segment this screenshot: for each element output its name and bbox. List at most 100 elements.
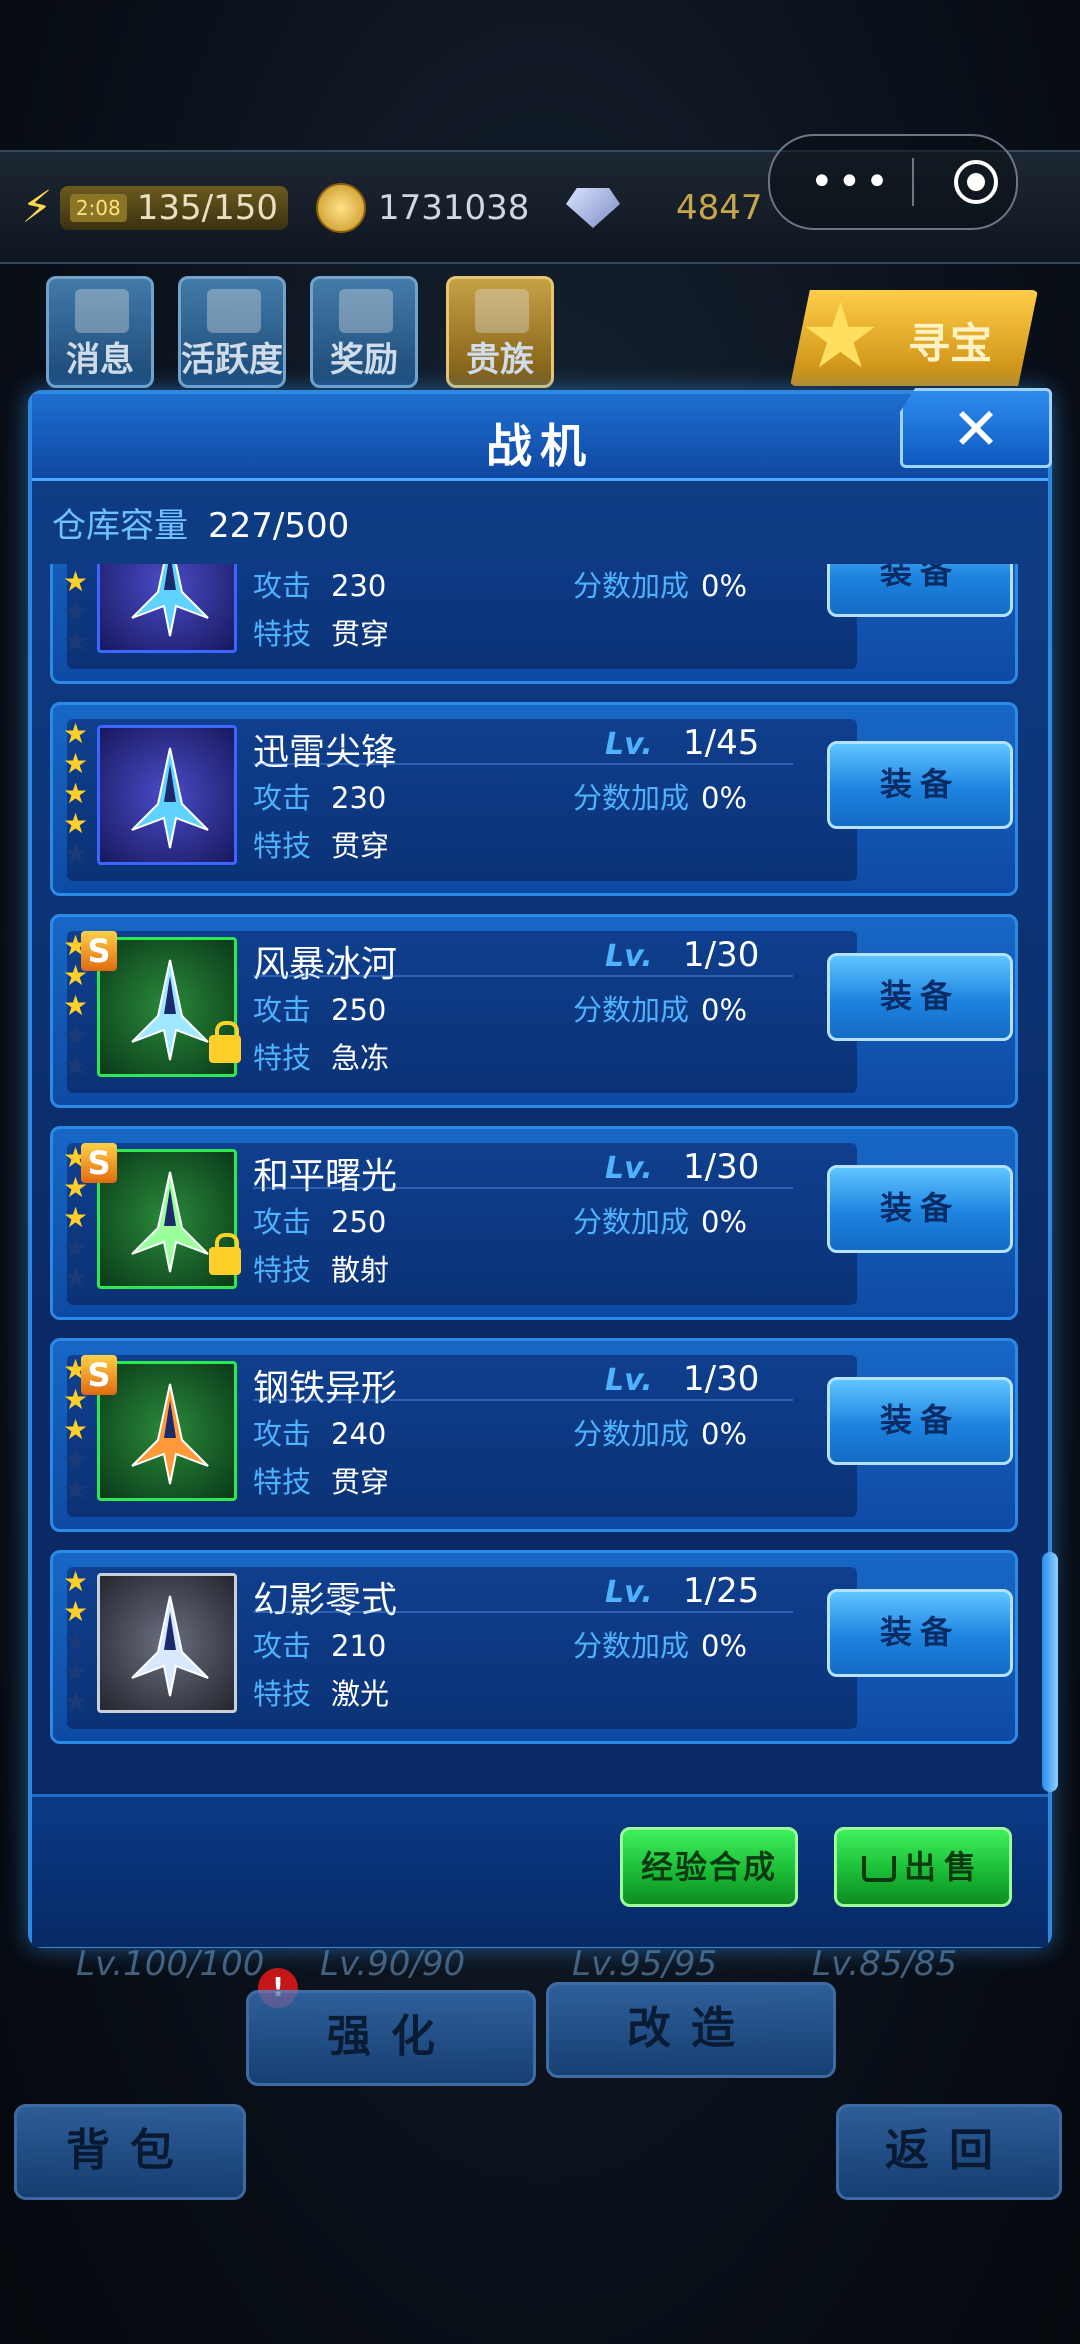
cart-icon <box>861 1856 896 1882</box>
fighter-jet-icon <box>131 959 209 1061</box>
more-icon[interactable]: ••• <box>810 162 906 202</box>
star-rating: ★★★★★ <box>63 1567 93 1717</box>
fighter-jet-icon <box>131 747 209 849</box>
star-icon: ★ <box>63 1655 89 1688</box>
skill-label: 特技 <box>253 829 312 863</box>
exit-target-icon[interactable] <box>954 160 998 204</box>
gold-value: 1731038 <box>378 188 530 228</box>
name-underline <box>253 763 793 765</box>
attack-label: 攻击 <box>253 569 312 603</box>
fighter-thumbnail[interactable] <box>97 1573 237 1713</box>
enhance-button[interactable]: 强化 <box>246 1990 536 2086</box>
fighter-card[interactable]: ★ ★ ★ ★ ★ S 风暴冰河 Lv. 1/30 攻击 250 分数加成 0% 特技 急冻 装备 <box>50 914 1018 1108</box>
fighter-name: 风暴冰河 <box>253 944 398 985</box>
sell-button[interactable]: 出售 <box>834 1827 1012 1907</box>
fighter-card[interactable]: ★ ★ ★ ★ ★ 幻影零式 Lv. 1/25 攻击 210 分数加成 0% 特技 激光 装备 <box>50 1550 1018 1744</box>
mail-icon <box>75 289 129 333</box>
bg-level: Lv.95/95 <box>572 1944 718 1984</box>
attack-value: 250 <box>331 1205 387 1239</box>
fighter-name: 和平曙光 <box>253 1156 398 1197</box>
tab-activity[interactable]: 活跃度 <box>178 276 286 388</box>
lightning-icon: ⚡ <box>21 182 53 233</box>
skill-label: 特技 <box>253 617 312 651</box>
bonus-label: 分数加成 <box>573 993 690 1027</box>
fighter-thumbnail[interactable] <box>97 725 237 865</box>
level-prefix: Lv. <box>605 939 653 974</box>
fighter-card[interactable]: ★★★★★迅雷尖锋Lv.1/45攻击230分数加成0%特技贯穿装备 <box>50 564 1018 684</box>
fighter-list[interactable]: ★★★★★迅雷尖锋Lv.1/45攻击230分数加成0%特技贯穿装备★★★★★迅雷… <box>46 564 1046 1786</box>
equip-button[interactable]: 装备 <box>827 741 1013 829</box>
star-rating: ★★★★★ <box>63 564 93 657</box>
bg-level: Lv.100/100 <box>76 1944 265 1984</box>
gem-value: 4847 <box>676 188 763 228</box>
tab-noble[interactable]: 贵族 <box>446 276 554 388</box>
equip-button[interactable]: 装备 <box>827 1165 1013 1253</box>
equip-button[interactable]: 装备 <box>827 564 1013 617</box>
coin-icon <box>316 183 366 233</box>
attack-row: 攻击 250 <box>253 1199 386 1241</box>
bonus-value: 0% <box>701 1205 748 1239</box>
tab-activity-label: 活跃度 <box>181 340 283 380</box>
fighter-thumbnail[interactable] <box>97 564 237 653</box>
star-icon: ★ <box>63 565 89 598</box>
fighter-card[interactable]: ★★★★★迅雷尖锋Lv.1/45攻击230分数加成0%特技贯穿装备 <box>50 702 1018 896</box>
background-levels: Lv.100/100 Lv.90/90 Lv.95/95 Lv.85/85 <box>0 1944 1080 1984</box>
fighter-dialog: 战机 ✕ 仓库容量227/500 ★★★★★迅雷尖锋Lv.1/45攻击230分数… <box>28 388 1058 1948</box>
star-icon: ★ <box>63 625 89 658</box>
dialog-title: 战机 <box>486 419 594 473</box>
backpack-button[interactable]: 背包 <box>14 2104 246 2200</box>
back-button[interactable]: 返回 <box>836 2104 1062 2200</box>
bonus-row: 分数加成 0% <box>573 564 747 605</box>
skill-label: 特技 <box>253 1465 312 1499</box>
equip-button[interactable]: 装备 <box>827 1377 1013 1465</box>
skill-row: 特技 贯穿 <box>253 823 389 865</box>
energy-value: 135/150 <box>136 188 278 228</box>
bonus-value: 0% <box>701 1417 748 1451</box>
exp-synthesis-button[interactable]: 经验合成 <box>620 1827 798 1907</box>
attack-row: 攻击 230 <box>253 564 386 605</box>
attack-value: 240 <box>331 1417 387 1451</box>
close-button[interactable]: ✕ <box>900 388 1052 468</box>
attack-label: 攻击 <box>253 781 312 815</box>
bonus-row: 分数加成 0% <box>573 1411 747 1453</box>
gold-display[interactable]: 1731038 <box>316 182 529 234</box>
skill-value: 激光 <box>331 1677 390 1711</box>
level-prefix: Lv. <box>605 1151 653 1186</box>
fighter-card[interactable]: ★ ★ ★ ★ ★ S 钢铁异形 Lv. 1/30 攻击 240 分数加成 0% 特技 贯穿 装备 <box>50 1338 1018 1532</box>
star-icon: ★ <box>63 1565 89 1598</box>
energy-display[interactable]: ⚡ 2:08 135/150 <box>18 182 288 234</box>
gem-display[interactable]: 4847 <box>566 182 763 234</box>
skill-row: 特技 贯穿 <box>253 611 389 653</box>
capsule-divider <box>912 158 914 206</box>
attack-label: 攻击 <box>253 993 312 1027</box>
star-icon: ★ <box>800 284 881 389</box>
fighter-thumbnail[interactable] <box>97 1361 237 1501</box>
star-icon: ★ <box>63 1685 89 1718</box>
treasure-button[interactable]: ★ 寻宝 <box>790 290 1038 386</box>
name-underline <box>253 1399 793 1401</box>
sell-label: 出售 <box>903 1848 984 1886</box>
fighter-level: 1/25 <box>683 1571 760 1611</box>
tab-rewards-label: 奖励 <box>330 340 398 380</box>
lock-icon <box>209 1233 241 1275</box>
list-scrollbar[interactable] <box>1042 1552 1058 1792</box>
tab-noble-label: 贵族 <box>466 340 534 380</box>
star-icon: ★ <box>63 1231 89 1264</box>
skill-value: 贯穿 <box>331 829 390 863</box>
star-icon: ★ <box>63 1049 89 1082</box>
fighter-card[interactable]: ★ ★ ★ ★ ★ S 和平曙光 Lv. 1/30 攻击 250 分数加成 0% 特技 散射 装备 <box>50 1126 1018 1320</box>
tab-messages[interactable]: 消息 <box>46 276 154 388</box>
modify-button[interactable]: 改造 <box>546 1982 836 2078</box>
skill-label: 特技 <box>253 1041 312 1075</box>
equip-button[interactable]: 装备 <box>827 953 1013 1041</box>
capacity-row: 仓库容量 227/500 <box>52 498 349 547</box>
equip-button[interactable]: 装备 <box>827 1589 1013 1677</box>
star-icon: ★ <box>63 717 89 750</box>
fighter-name: 迅雷尖锋 <box>253 732 398 773</box>
bonus-value: 0% <box>701 569 748 603</box>
lock-icon <box>209 1021 241 1063</box>
skill-row: 特技 激光 <box>253 1671 389 1713</box>
star-icon: ★ <box>63 837 89 870</box>
attack-row: 攻击 250 <box>253 987 386 1029</box>
tab-rewards[interactable]: 奖励 <box>310 276 418 388</box>
